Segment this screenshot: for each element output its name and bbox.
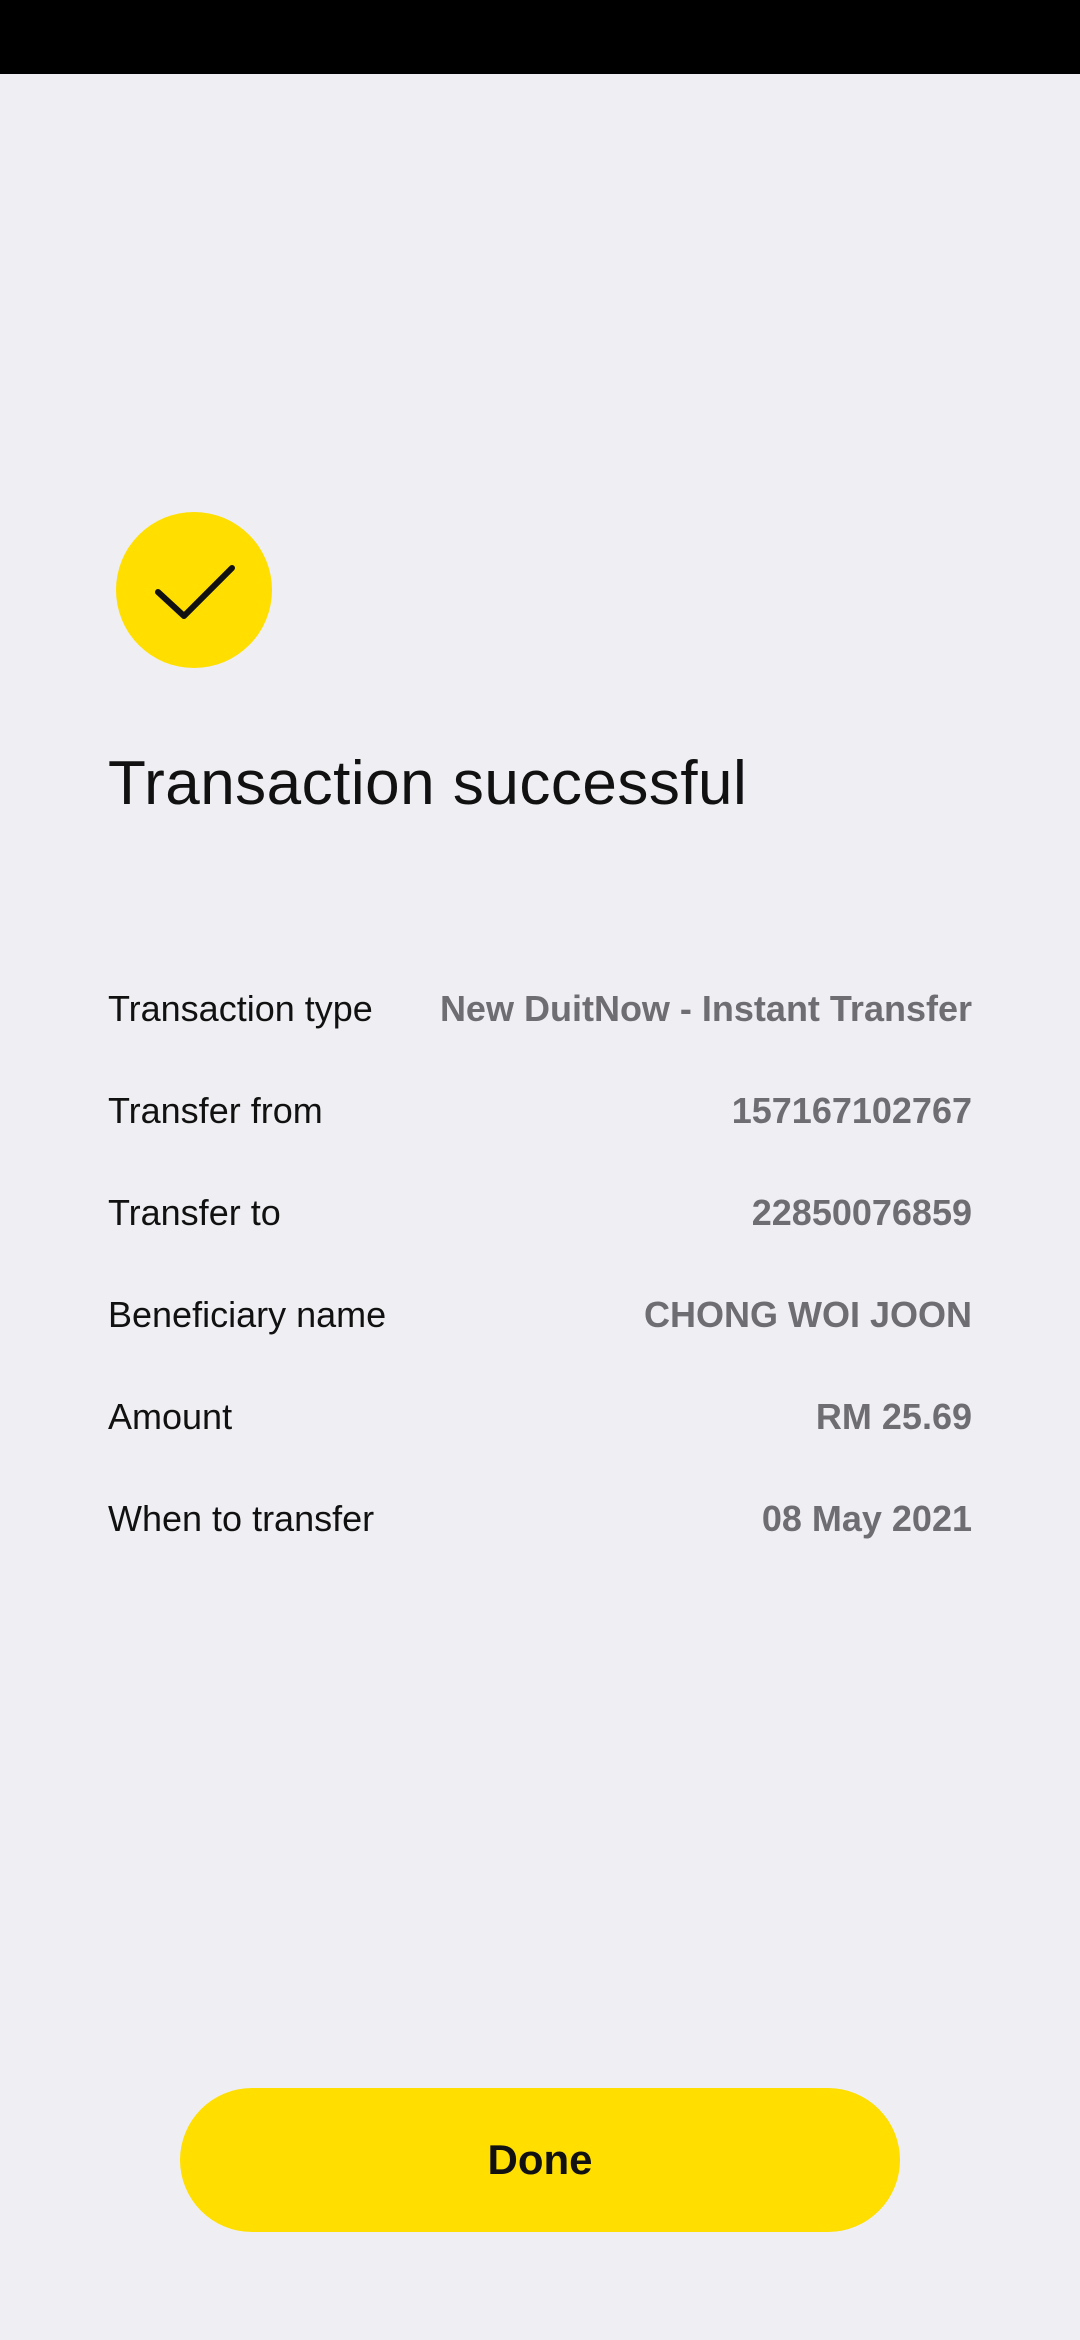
- detail-row-transfer-to: Transfer to 22850076859: [108, 1186, 972, 1240]
- success-checkmark-icon: [116, 512, 272, 668]
- detail-row-amount: Amount RM 25.69: [108, 1390, 972, 1444]
- page-title: Transaction successful: [108, 749, 748, 818]
- detail-label: Transfer from: [108, 1090, 323, 1131]
- detail-row-beneficiary-name: Beneficiary name CHONG WOI JOON: [108, 1288, 972, 1342]
- transaction-details: Transaction type New DuitNow - Instant T…: [108, 982, 972, 1594]
- checkmark-icon: [155, 565, 235, 619]
- detail-label: Transfer to: [108, 1192, 281, 1233]
- detail-value: New DuitNow - Instant Transfer: [439, 988, 972, 1029]
- detail-row-when-to-transfer: When to transfer 08 May 2021: [108, 1492, 972, 1546]
- detail-value: 22850076859: [751, 1192, 972, 1233]
- detail-label: Amount: [108, 1396, 233, 1437]
- detail-row-transaction-type: Transaction type New DuitNow - Instant T…: [108, 982, 972, 1036]
- detail-label: Transaction type: [108, 988, 373, 1029]
- detail-label: Beneficiary name: [108, 1294, 387, 1335]
- detail-value: RM 25.69: [815, 1396, 972, 1437]
- detail-row-transfer-from: Transfer from 157167102767: [108, 1084, 972, 1138]
- detail-value: 08 May 2021: [761, 1498, 972, 1539]
- detail-value: CHONG WOI JOON: [643, 1294, 972, 1335]
- done-button[interactable]: Done: [180, 2088, 900, 2232]
- detail-value: 157167102767: [731, 1090, 972, 1131]
- status-bar: [0, 0, 1080, 74]
- detail-label: When to transfer: [108, 1498, 375, 1539]
